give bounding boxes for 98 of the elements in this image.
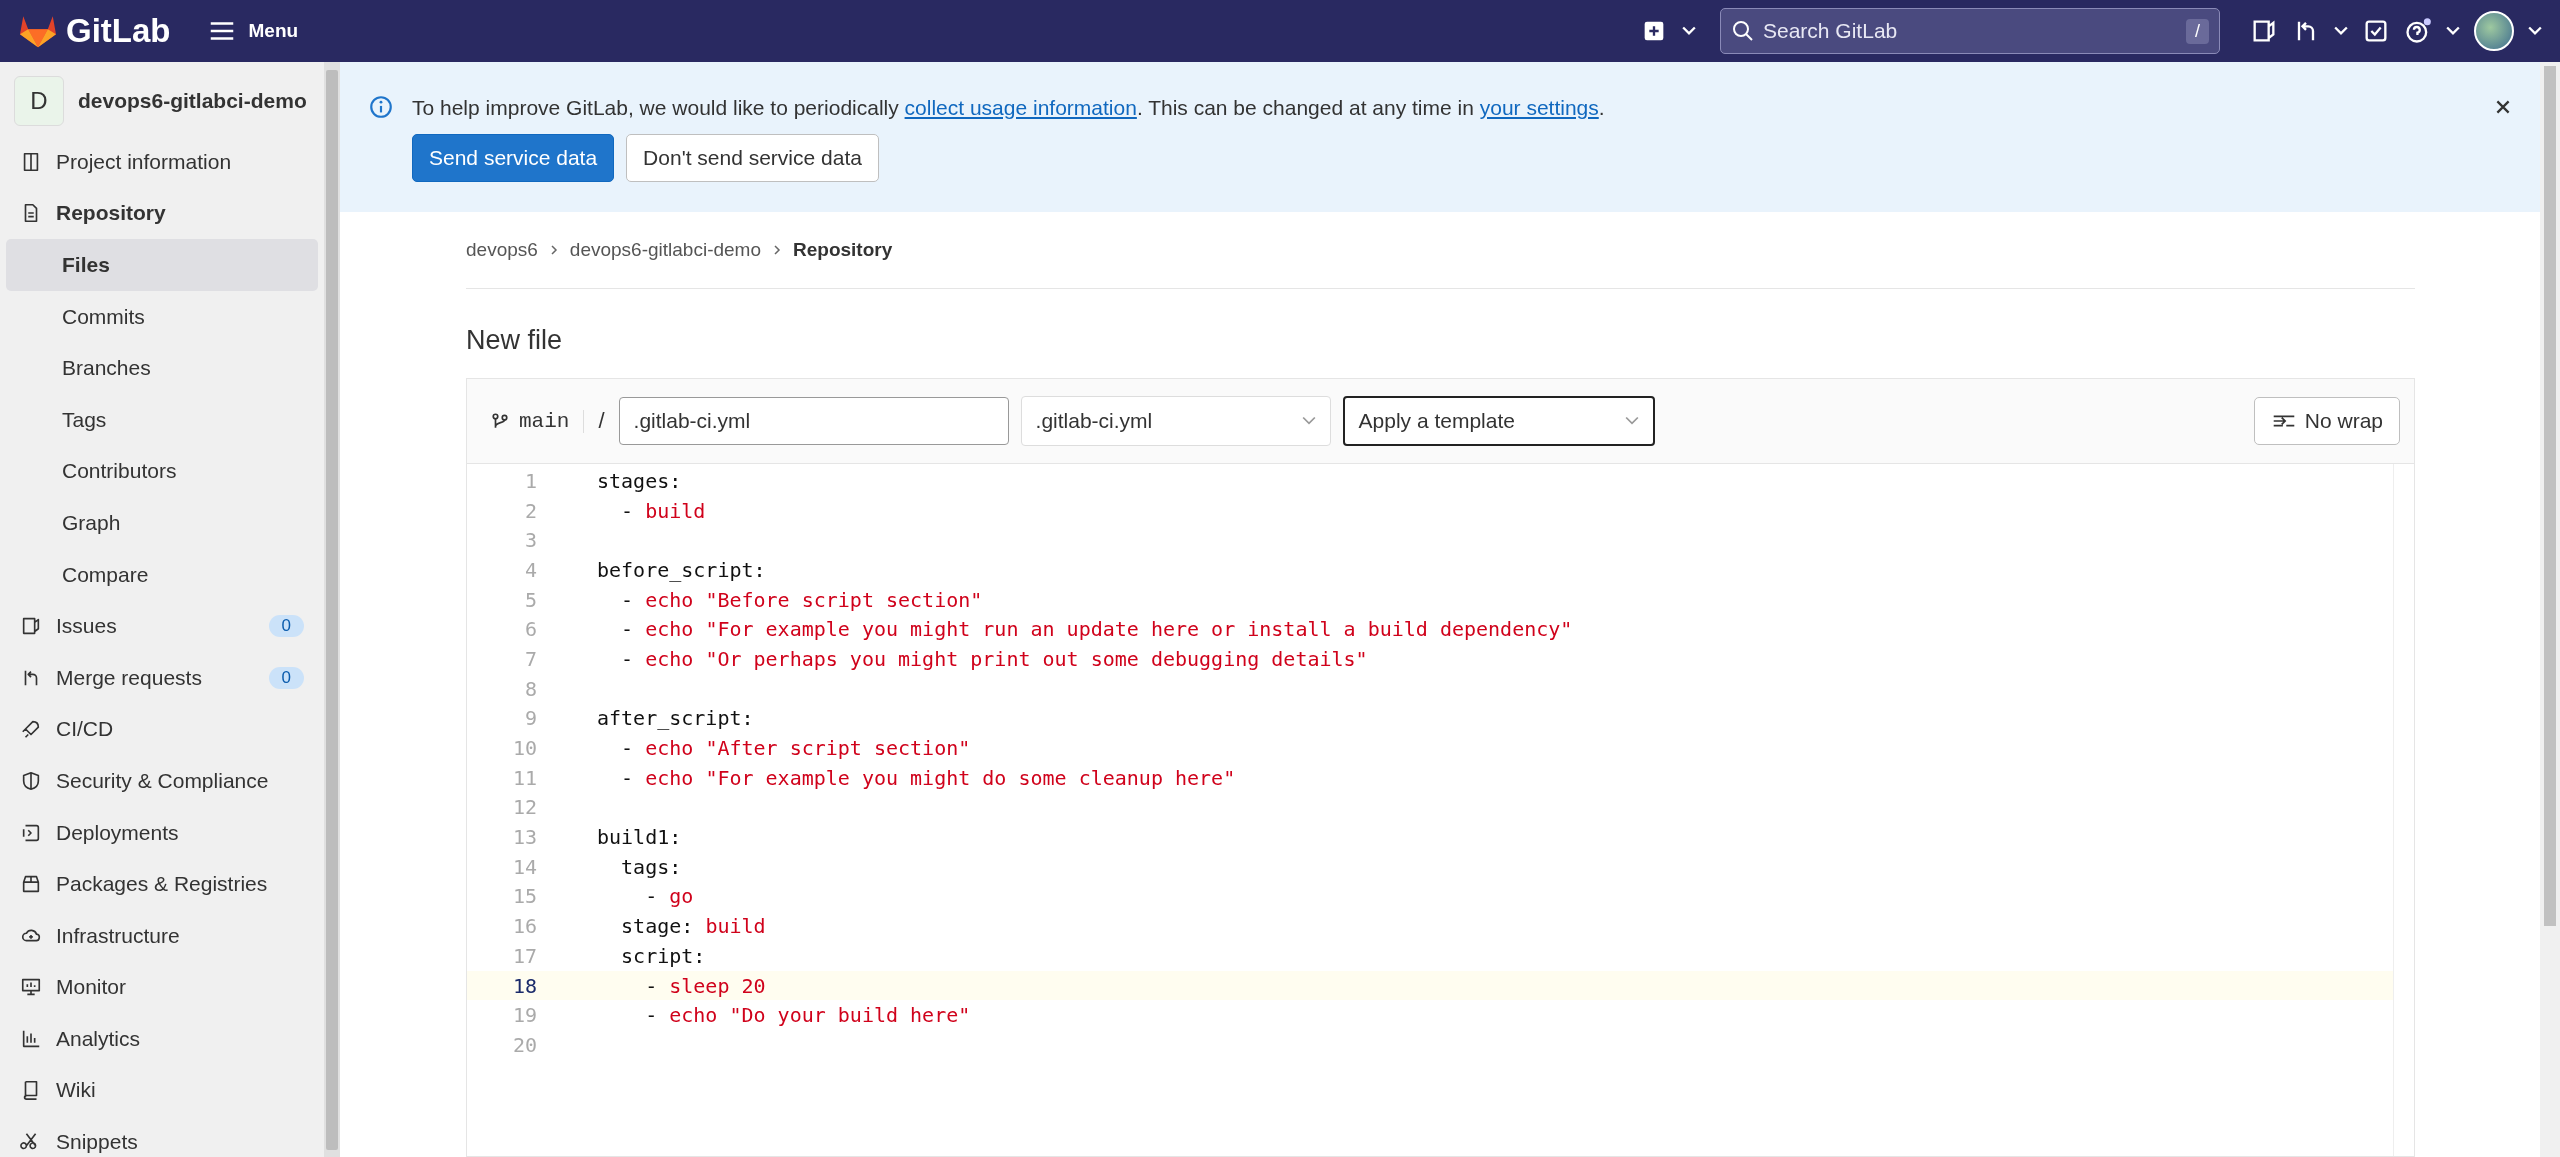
project-name[interactable]: devops6-gitlabci-demo <box>78 89 307 113</box>
chevron-icon <box>773 244 781 256</box>
search-bar[interactable]: Search GitLab / <box>1720 8 2220 54</box>
caret-icon[interactable] <box>2334 26 2348 36</box>
sidebar-subitem[interactable]: Commits <box>6 290 318 343</box>
sidebar-item[interactable]: Security & Compliance <box>6 755 318 807</box>
code-text: - go <box>644 884 694 909</box>
search-icon <box>1731 19 1755 43</box>
user-avatar[interactable] <box>2474 11 2514 51</box>
path-separator: / <box>598 408 605 434</box>
menu-icon <box>208 21 235 41</box>
code-text: - sleep 20 <box>644 973 766 998</box>
sidebar-item[interactable]: Repository <box>6 187 318 240</box>
line-number: 10 <box>511 736 537 761</box>
line-number: 15 <box>511 884 537 909</box>
help-icon[interactable] <box>2404 17 2432 45</box>
usage-link[interactable]: collect usage information <box>904 96 1137 119</box>
code-text: after_script: <box>597 706 754 731</box>
sidebar-item[interactable]: CI/CD <box>6 703 318 756</box>
count-badge: 0 <box>268 615 304 638</box>
code-text: - echo "For example you might do some cleanup here" <box>620 765 1236 790</box>
line-number: 11 <box>511 765 537 790</box>
code-text: stages: <box>597 468 682 493</box>
line-number: 13 <box>511 825 537 850</box>
file-name-field[interactable]: .gitlab-ci.yml <box>618 397 1009 445</box>
line-number: 18 <box>511 973 537 998</box>
project-avatar[interactable]: D <box>14 76 64 126</box>
code-text: - echo "Or perhaps you might print out some debugging details" <box>620 646 1368 671</box>
send-data-button[interactable]: Send service data <box>412 134 615 182</box>
shield-icon <box>20 769 42 792</box>
page-title: New file <box>466 325 564 356</box>
dont-send-button[interactable]: Don't send service data <box>626 134 879 182</box>
sidebar-subitem[interactable]: Files <box>6 239 318 291</box>
info-icon <box>368 94 394 120</box>
sidebar-subitem[interactable]: Branches <box>6 342 318 394</box>
line-number: 3 <box>523 528 537 553</box>
search-field[interactable]: Search GitLab <box>1761 18 2186 44</box>
code-text: script: <box>620 943 706 968</box>
sidebar-subitem[interactable]: Contributors <box>6 445 318 498</box>
line-number: 17 <box>511 943 537 968</box>
branch-name: main <box>519 409 585 433</box>
scrollbar-thumb[interactable] <box>326 70 338 1150</box>
caret-icon[interactable] <box>2528 26 2542 36</box>
line-number: 6 <box>523 617 537 642</box>
line-number: 20 <box>511 1032 537 1057</box>
sidebar-subitem[interactable]: Compare <box>6 548 318 601</box>
banner-text: To help improve GitLab, we would like to periodically collect usage information. This can be changed at any time in your settings. <box>412 96 1606 120</box>
settings-link[interactable]: your settings <box>1479 96 1599 119</box>
sidebar-item[interactable]: Monitor <box>6 961 318 1014</box>
code-text: - echo "Do your build here" <box>644 1003 971 1028</box>
chevron-icon <box>549 244 558 256</box>
line-number: 8 <box>523 676 537 701</box>
code-text: - echo "After script section" <box>620 736 971 761</box>
caret-icon <box>1624 416 1639 426</box>
line-number: 5 <box>523 587 537 612</box>
line-number: 7 <box>523 646 537 671</box>
sidebar-item[interactable]: Issues 0 <box>6 600 318 652</box>
code-text: stage: build <box>620 914 766 939</box>
code-text: tags: <box>620 854 682 879</box>
breadcrumb-link[interactable]: devops6-gitlabci-demo <box>569 239 761 261</box>
scrollbar-thumb[interactable] <box>2544 66 2556 926</box>
line-number: 16 <box>511 914 537 939</box>
no-wrap-button[interactable]: No wrap <box>2253 397 2400 445</box>
caret-icon <box>1301 416 1316 426</box>
count-badge: 0 <box>268 666 304 689</box>
sidebar-item[interactable]: Wiki <box>6 1064 318 1117</box>
line-number: 1 <box>523 468 537 493</box>
menu-button[interactable]: Menu <box>202 19 305 43</box>
breadcrumb-link[interactable]: Repository <box>793 239 893 261</box>
code-text: before_script: <box>597 557 766 582</box>
sidebar-item[interactable]: Packages & Registries <box>6 858 318 910</box>
line-number: 2 <box>523 498 537 523</box>
line-number: 9 <box>523 706 537 731</box>
sidebar-item[interactable]: Deployments <box>6 806 318 859</box>
file-type-dropdown[interactable]: .gitlab-ci.yml <box>1020 396 1331 446</box>
caret-icon[interactable] <box>1682 26 1696 36</box>
sidebar-item[interactable]: Snippets <box>6 1116 318 1157</box>
line-number: 12 <box>511 795 537 820</box>
sidebar-subitem[interactable]: Graph <box>6 497 318 549</box>
logo-text[interactable]: GitLab <box>66 12 171 50</box>
code-text: - echo "Before script section" <box>620 587 983 612</box>
sidebar-item[interactable]: Infrastructure <box>6 909 318 962</box>
sidebar-subitem[interactable]: Tags <box>6 393 318 446</box>
close-icon[interactable] <box>2494 98 2512 116</box>
shortcut-key: / <box>2186 18 2209 44</box>
sidebar-item[interactable]: Merge requests 0 <box>6 651 318 704</box>
line-number: 4 <box>523 557 537 582</box>
sidebar-item[interactable]: Analytics <box>6 1013 318 1065</box>
template-dropdown[interactable]: Apply a template <box>1342 396 1655 446</box>
code-text: - echo "For example you might run an update here or install a build dependency" <box>620 617 1573 642</box>
line-number: 19 <box>511 1003 537 1028</box>
branch-icon <box>491 412 509 430</box>
sidebar-item[interactable]: Project information <box>6 136 318 188</box>
caret-icon[interactable] <box>2446 26 2460 36</box>
code-text: - build <box>620 498 706 523</box>
line-number: 14 <box>511 854 537 879</box>
code-text: build1: <box>597 825 682 850</box>
breadcrumb-link[interactable]: devops6 <box>466 239 538 261</box>
